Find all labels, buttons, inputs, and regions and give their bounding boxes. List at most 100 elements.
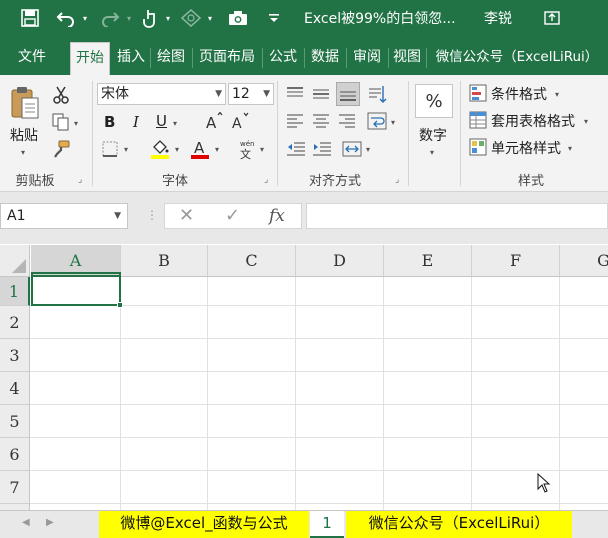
cell-styles-icon[interactable] (468, 137, 488, 157)
tab-home[interactable]: 开始 (70, 42, 110, 75)
align-right-icon[interactable] (337, 112, 357, 130)
tab-view[interactable]: 视图 (389, 42, 425, 75)
conditional-format-dropdown-icon[interactable]: ▾ (555, 90, 559, 99)
number-format-icon[interactable]: % (415, 84, 453, 118)
paste-icon[interactable] (8, 83, 42, 123)
cell-styles-button[interactable]: 单元格样式 (491, 138, 561, 158)
table-format-dropdown-icon[interactable]: ▾ (584, 117, 588, 126)
sheet-nav-next-icon[interactable]: ▶ (46, 517, 54, 528)
save-icon[interactable] (18, 6, 42, 30)
enter-icon[interactable]: ✓ (225, 204, 240, 228)
tab-data[interactable]: 数据 (305, 42, 345, 75)
fill-color-dropdown-icon[interactable]: ▾ (175, 145, 179, 154)
user-name[interactable]: 李锐 (484, 8, 512, 28)
clipboard-launcher-icon[interactable]: ⌟ (78, 175, 82, 185)
conditional-format-icon[interactable] (468, 83, 488, 103)
name-box[interactable]: A1 ▼ (0, 203, 128, 229)
copy-icon[interactable] (50, 112, 72, 132)
sheet-tab-weibo[interactable]: 微博@Excel_函数与公式 (99, 511, 309, 538)
shape-icon[interactable] (180, 6, 202, 30)
italic-button[interactable]: I (133, 113, 139, 131)
formula-bar-grip-icon[interactable]: ⋮ (146, 208, 158, 222)
shape-dropdown-icon[interactable]: ▾ (205, 6, 215, 30)
tab-formulas[interactable]: 公式 (263, 42, 303, 75)
table-format-icon[interactable] (468, 110, 488, 130)
column-header[interactable]: D (296, 245, 384, 277)
column-header[interactable]: E (384, 245, 472, 277)
insert-function-icon[interactable]: fx (269, 204, 285, 228)
align-top-icon[interactable] (285, 85, 305, 103)
fill-color-icon[interactable] (148, 137, 172, 161)
tab-draw[interactable]: 绘图 (151, 42, 191, 75)
borders-dropdown-icon[interactable]: ▾ (124, 145, 128, 154)
cut-icon[interactable] (50, 85, 72, 105)
row-header[interactable]: 1 (0, 277, 30, 306)
undo-icon[interactable] (55, 6, 77, 30)
tab-page-layout[interactable]: 页面布局 (193, 42, 261, 75)
decrease-indent-icon[interactable] (285, 139, 307, 159)
column-header[interactable]: C (208, 245, 296, 277)
redo-icon[interactable] (99, 6, 121, 30)
increase-font-size-icon[interactable]: A (203, 111, 225, 131)
table-format-button[interactable]: 套用表格格式 (491, 111, 575, 131)
row-header[interactable]: 2 (0, 306, 30, 339)
format-painter-icon[interactable] (50, 139, 72, 159)
paste-dropdown-icon[interactable]: ▾ (21, 148, 25, 157)
camera-icon[interactable] (227, 6, 249, 30)
merge-dropdown-icon[interactable]: ▾ (366, 145, 370, 154)
orientation-icon[interactable] (366, 83, 388, 105)
number-dropdown-icon[interactable]: ▾ (430, 148, 434, 157)
decrease-font-size-icon[interactable]: A (229, 111, 251, 131)
column-header[interactable]: F (472, 245, 560, 277)
font-name-select[interactable]: 宋体 ▼ (97, 83, 226, 105)
column-header[interactable]: G (560, 245, 608, 277)
sheet-nav-prev-icon[interactable]: ◀ (22, 517, 30, 528)
font-color-icon[interactable]: A (188, 137, 212, 161)
number-label[interactable]: 数字 (419, 125, 447, 145)
underline-button[interactable]: U (156, 112, 167, 130)
customize-toolbar-icon[interactable] (267, 6, 281, 30)
paste-label[interactable]: 粘贴 (10, 125, 38, 145)
wrap-dropdown-icon[interactable]: ▾ (391, 118, 395, 127)
tab-file[interactable]: 文件 (4, 42, 60, 75)
sheet-tab-1[interactable]: 1 (310, 511, 344, 538)
row-header[interactable]: 6 (0, 438, 30, 471)
tab-insert[interactable]: 插入 (112, 42, 150, 75)
phonetic-guide-icon[interactable]: wén 文 (236, 137, 258, 161)
align-left-icon[interactable] (285, 112, 305, 130)
underline-dropdown-icon[interactable]: ▾ (173, 119, 177, 128)
row-header[interactable]: 5 (0, 405, 30, 438)
touch-dropdown-icon[interactable]: ▾ (163, 6, 173, 30)
borders-icon[interactable] (99, 139, 121, 159)
select-all-button[interactable] (0, 245, 30, 277)
worksheet-grid[interactable]: A B C D E F G 1 2 3 4 5 6 7 (0, 245, 608, 510)
sheet-tab-wechat[interactable]: 微信公众号（ExcelLiRui） (346, 511, 572, 538)
copy-dropdown-icon[interactable]: ▾ (74, 119, 78, 128)
cancel-icon[interactable]: ✕ (179, 204, 194, 228)
align-middle-icon[interactable] (311, 85, 331, 103)
bold-button[interactable]: B (104, 113, 115, 131)
row-header[interactable]: 7 (0, 471, 30, 504)
font-launcher-icon[interactable]: ⌟ (264, 175, 268, 185)
cell-styles-dropdown-icon[interactable]: ▾ (568, 144, 572, 153)
row-header[interactable]: 4 (0, 372, 30, 405)
font-color-dropdown-icon[interactable]: ▾ (215, 145, 219, 154)
tab-wechat[interactable]: 微信公众号（ExcelLiRui） (428, 42, 606, 75)
merge-center-icon[interactable] (341, 138, 363, 160)
increase-indent-icon[interactable] (311, 139, 333, 159)
column-header[interactable]: B (121, 245, 208, 277)
redo-dropdown-icon[interactable]: ▾ (124, 6, 134, 30)
align-bottom-icon[interactable] (336, 82, 360, 106)
ribbon-display-icon[interactable] (541, 6, 563, 30)
active-cell[interactable] (31, 272, 123, 308)
align-center-icon[interactable] (311, 112, 331, 130)
tab-review[interactable]: 审阅 (347, 42, 387, 75)
touch-mode-icon[interactable] (140, 6, 160, 30)
alignment-launcher-icon[interactable]: ⌟ (395, 175, 399, 185)
formula-input[interactable] (306, 203, 608, 229)
phonetic-dropdown-icon[interactable]: ▾ (260, 145, 264, 154)
row-header[interactable]: 3 (0, 339, 30, 372)
conditional-format-button[interactable]: 条件格式 (491, 84, 547, 104)
wrap-text-icon[interactable] (366, 111, 388, 131)
undo-dropdown-icon[interactable]: ▾ (80, 6, 90, 30)
